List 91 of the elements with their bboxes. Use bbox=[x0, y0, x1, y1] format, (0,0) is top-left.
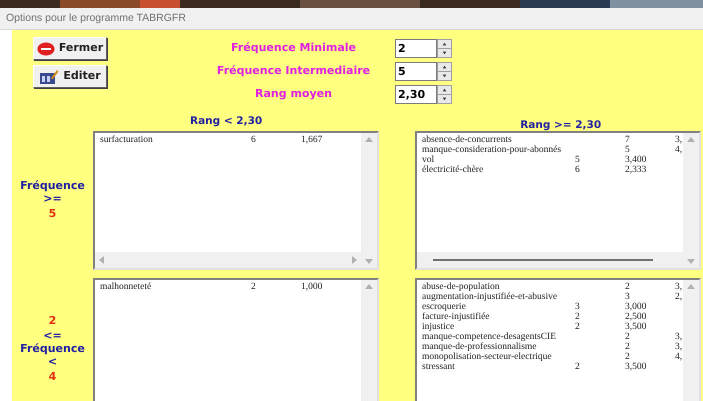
scroll-up-icon[interactable] bbox=[687, 137, 695, 142]
field-label: Fréquence Intermediaire bbox=[216, 62, 372, 79]
toolbar-button[interactable]: Fermer bbox=[33, 37, 107, 60]
item-name: abuse-de-population bbox=[422, 282, 500, 292]
item-name: surfacturation bbox=[100, 135, 153, 145]
item-rank: 4, bbox=[675, 145, 682, 155]
scroll-up-icon[interactable] bbox=[365, 137, 373, 142]
scroll-down-icon[interactable] bbox=[687, 259, 695, 264]
spinner[interactable] bbox=[437, 38, 452, 58]
item-count: 5 bbox=[575, 155, 580, 165]
item-name: facture-injustifiée bbox=[422, 312, 490, 322]
item-name: monopolisation-secteur-electrique bbox=[422, 352, 552, 362]
band-label: 4 bbox=[48, 370, 56, 382]
item-name: escroquerie bbox=[422, 302, 466, 312]
item-rank: 1,667 bbox=[301, 135, 322, 145]
scroll-up-icon[interactable] bbox=[687, 284, 695, 289]
item-name: stressant bbox=[422, 362, 455, 372]
item-name: manque-de-professionnalisme bbox=[422, 342, 536, 352]
window-title: Options pour le programme TABRGFR bbox=[6, 10, 186, 26]
item-name: injustice bbox=[422, 322, 454, 332]
band-label: Fréquence bbox=[20, 342, 85, 354]
list-box[interactable]: surfacturation 6 1,667 bbox=[93, 131, 379, 270]
item-rank: 2,333 bbox=[625, 165, 646, 175]
item-name: augmentation-injustifiée-et-abusive bbox=[422, 292, 558, 302]
item-name: manque-consideration-pour-abonnés bbox=[422, 145, 562, 155]
item-name: électricité-chère bbox=[422, 165, 484, 175]
item-count: 2 bbox=[575, 312, 580, 322]
item-name: manque-competence-desagentsCIE bbox=[422, 332, 556, 342]
vertical-scrollbar[interactable] bbox=[361, 280, 377, 401]
item-count: 3 bbox=[575, 302, 580, 312]
field-label: Fréquence Minimale bbox=[230, 40, 357, 56]
band-label: >= bbox=[43, 192, 62, 205]
list-box[interactable]: absence-de-concurrents 7 3, manque-consideration-pour-abonnés 5 4, vol 5 3,400 électricité-chère 6 2,333 bbox=[415, 131, 701, 270]
band-label: 2 bbox=[48, 314, 56, 326]
item-count: 2 bbox=[575, 362, 580, 372]
field-label: Rang moyen bbox=[254, 86, 333, 102]
item-count: 2 bbox=[575, 322, 580, 332]
item-count: 3 bbox=[625, 292, 630, 302]
item-count: 2 bbox=[625, 332, 630, 342]
scroll-up-icon[interactable] bbox=[365, 284, 373, 289]
item-count: 5 bbox=[625, 145, 630, 155]
item-rank: 3,500 bbox=[625, 322, 646, 332]
down-arrow-icon[interactable] bbox=[438, 48, 451, 56]
scroll-right-icon[interactable] bbox=[352, 256, 357, 264]
toolbar-button[interactable]: Editer bbox=[33, 65, 107, 88]
number-field[interactable]: 2 bbox=[395, 38, 437, 58]
stop-sign-icon bbox=[36, 42, 55, 56]
item-rank: 3, bbox=[675, 135, 682, 145]
item-rank: 2,500 bbox=[625, 312, 646, 322]
list-box[interactable] bbox=[415, 278, 701, 401]
spinner[interactable] bbox=[437, 84, 452, 104]
item-rank: 3, bbox=[675, 332, 682, 342]
item-count: 2 bbox=[625, 352, 630, 362]
list-box[interactable]: malhonneteté 2 1,000 bbox=[93, 278, 379, 401]
number-field[interactable]: 5 bbox=[395, 62, 437, 80]
band-label: 5 bbox=[48, 207, 56, 220]
scroll-left-icon[interactable] bbox=[99, 256, 104, 264]
band-label: Fréquence bbox=[20, 179, 85, 192]
item-rank: 3,400 bbox=[625, 155, 646, 165]
item-name: absence-de-concurrents bbox=[422, 135, 512, 145]
vertical-scrollbar[interactable] bbox=[683, 280, 699, 401]
vertical-scrollbar[interactable] bbox=[361, 133, 377, 268]
item-rank: 3,000 bbox=[625, 302, 646, 312]
column-header: Rang < 2,30 bbox=[190, 114, 262, 129]
down-arrow-icon[interactable] bbox=[438, 70, 451, 80]
scroll-thumb[interactable] bbox=[433, 259, 653, 261]
item-rank: 1,000 bbox=[301, 282, 322, 292]
item-rank: 2, bbox=[675, 292, 682, 302]
horizontal-scrollbar[interactable] bbox=[95, 252, 361, 268]
item-name: malhonneteté bbox=[100, 282, 152, 292]
scroll-down-icon[interactable] bbox=[365, 259, 373, 264]
item-rank: 3, bbox=[675, 282, 682, 292]
item-rank: 4, bbox=[675, 352, 682, 362]
item-count: 6 bbox=[575, 165, 580, 175]
column-header: Rang >= 2,30 bbox=[520, 118, 602, 131]
horizontal-scrollbar[interactable] bbox=[417, 252, 683, 268]
item-rank: 3, bbox=[675, 342, 682, 352]
item-rank: 3,500 bbox=[625, 362, 646, 372]
item-count: 7 bbox=[625, 135, 630, 145]
edit-icon bbox=[39, 68, 60, 84]
item-name: vol bbox=[422, 155, 434, 165]
item-count: 2 bbox=[251, 282, 256, 292]
number-field[interactable]: 2,30 bbox=[395, 84, 437, 104]
vertical-scrollbar[interactable] bbox=[683, 133, 699, 268]
item-count: 2 bbox=[625, 342, 630, 352]
spinner[interactable] bbox=[437, 62, 452, 80]
item-count: 2 bbox=[625, 282, 630, 292]
item-count: 6 bbox=[251, 135, 256, 145]
band-label: < bbox=[48, 354, 58, 368]
down-arrow-icon[interactable] bbox=[438, 94, 451, 102]
band-label: <= bbox=[43, 328, 62, 342]
